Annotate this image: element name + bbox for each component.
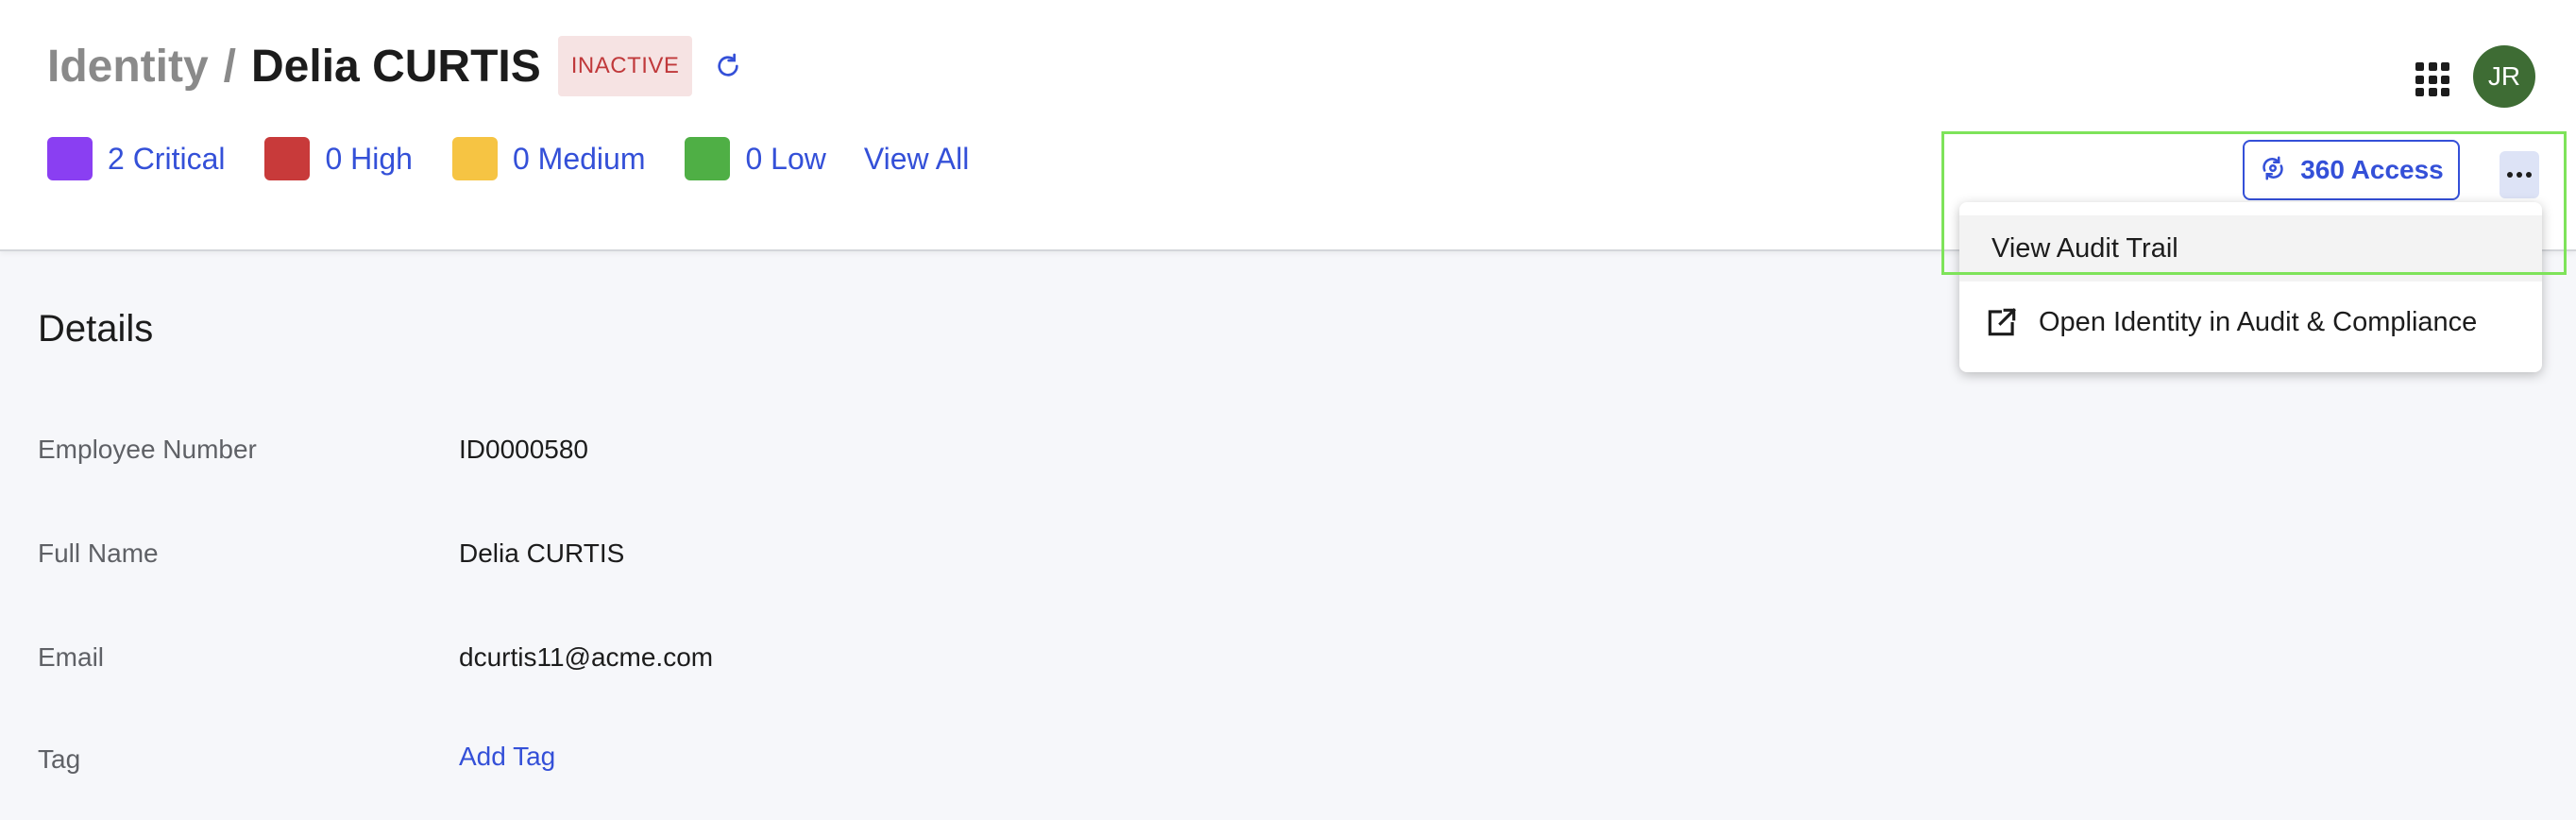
menu-item-label: View Audit Trail: [1991, 232, 2178, 264]
menu-item-open-audit-compliance[interactable]: Open Identity in Audit & Compliance: [1959, 289, 2542, 355]
risk-summary: 2 Critical 0 High 0 Medium 0 Low View Al…: [47, 136, 969, 181]
detail-label: Employee Number: [38, 435, 257, 464]
external-link-icon: [1988, 308, 2016, 336]
breadcrumb-separator: /: [223, 41, 237, 92]
high-swatch: [264, 137, 311, 180]
risk-high[interactable]: 0 High: [264, 137, 413, 180]
360-access-button[interactable]: 360 Access: [2243, 140, 2460, 200]
detail-label: Full Name: [38, 538, 159, 568]
low-swatch: [685, 137, 731, 180]
access-button-label: 360 Access: [2300, 155, 2444, 184]
risk-medium-label: 0 Medium: [512, 141, 646, 176]
risk-medium[interactable]: 0 Medium: [451, 137, 646, 180]
add-tag-link[interactable]: Add Tag: [459, 742, 555, 772]
access-icon: [2259, 154, 2287, 187]
more-options-button[interactable]: [2500, 151, 2539, 198]
critical-swatch: [47, 137, 93, 180]
detail-value: ID0000580: [459, 435, 589, 464]
breadcrumb: Identity / Delia CURTIS INACTIVE: [47, 36, 747, 96]
detail-label: Email: [38, 642, 105, 672]
medium-swatch: [451, 137, 498, 180]
details-heading: Details: [38, 308, 154, 350]
detail-row-full-name: Full Name Delia CURTIS: [38, 535, 624, 572]
view-all-link[interactable]: View All: [864, 142, 969, 177]
breadcrumb-root[interactable]: Identity: [47, 41, 209, 93]
menu-item-view-audit-trail[interactable]: View Audit Trail: [1959, 215, 2542, 282]
avatar[interactable]: JR: [2473, 45, 2535, 108]
risk-low-label: 0 Low: [745, 141, 826, 176]
risk-critical-label: 2 Critical: [108, 141, 226, 176]
page-title: Delia CURTIS: [251, 41, 541, 92]
risk-critical[interactable]: 2 Critical: [47, 137, 225, 180]
status-badge: INACTIVE: [557, 36, 693, 96]
detail-value: dcurtis11@acme.com: [459, 642, 714, 672]
detail-row-email: Email dcurtis11@acme.com: [38, 639, 713, 676]
detail-row-employee-number: Employee Number ID0000580: [38, 431, 588, 469]
risk-low[interactable]: 0 Low: [685, 137, 826, 180]
menu-item-label: Open Identity in Audit & Compliance: [2039, 306, 2478, 337]
more-options-menu: View Audit Trail Open Identity in Audit …: [1959, 202, 2542, 372]
apps-grid-icon[interactable]: [2415, 62, 2449, 96]
detail-value: Delia CURTIS: [459, 538, 625, 568]
detail-row-tag: Tag Add Tag: [38, 741, 555, 778]
detail-label: Tag: [38, 744, 81, 774]
risk-high-label: 0 High: [325, 141, 413, 176]
refresh-icon[interactable]: [709, 47, 747, 85]
